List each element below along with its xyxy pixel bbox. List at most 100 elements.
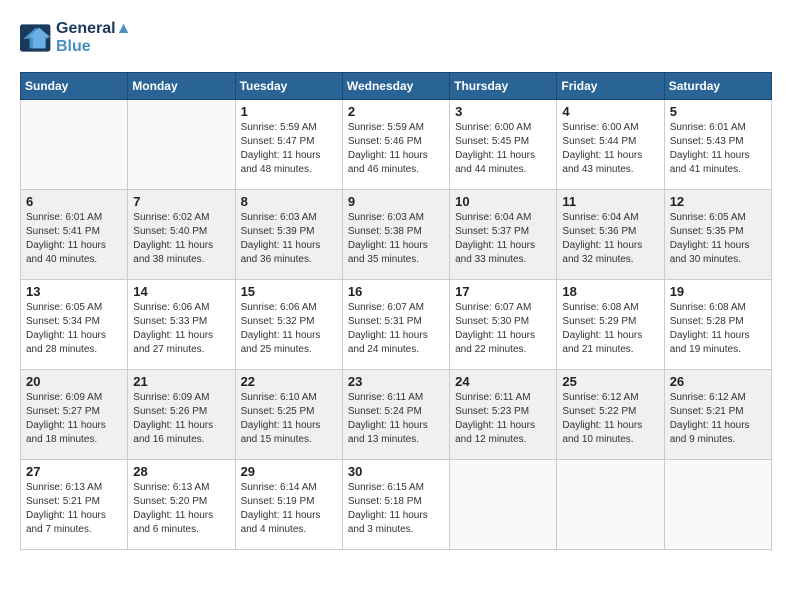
calendar-cell (21, 100, 128, 190)
day-number: 8 (241, 194, 337, 209)
calendar-cell: 10Sunrise: 6:04 AM Sunset: 5:37 PM Dayli… (450, 190, 557, 280)
day-number: 7 (133, 194, 229, 209)
day-header-wednesday: Wednesday (342, 73, 449, 100)
calendar-cell: 8 Sunrise: 6:03 AM Sunset: 5:39 PM Daylig… (235, 190, 342, 280)
calendar-cell: 29 Sunrise: 6:14 AM Sunset: 5:19 PM Dayli… (235, 460, 342, 550)
day-info: Sunrise: 6:12 AM Sunset: 5:22 PM Dayligh… (562, 391, 658, 447)
day-number: 12 (670, 194, 766, 209)
day-number: 10 (455, 194, 551, 209)
calendar-cell: 24 Sunrise: 6:11 AM Sunset: 5:23 PM Dayli… (450, 370, 557, 460)
day-info: Sunrise: 6:08 AM Sunset: 5:28 PM Dayligh… (670, 301, 766, 357)
day-number: 26 (670, 374, 766, 389)
day-number: 28 (133, 464, 229, 479)
calendar-cell: 18Sunrise: 6:08 AM Sunset: 5:29 PM Dayli… (557, 280, 664, 370)
calendar-cell: 2 Sunrise: 5:59 AM Sunset: 5:46 PM Daylig… (342, 100, 449, 190)
day-number: 19 (670, 284, 766, 299)
calendar-cell: 28 Sunrise: 6:13 AM Sunset: 5:20 PM Dayli… (128, 460, 235, 550)
day-number: 30 (348, 464, 444, 479)
calendar-week-row: 20 Sunrise: 6:09 AM Sunset: 5:27 PM Dayli… (21, 370, 772, 460)
day-info: Sunrise: 6:01 AM Sunset: 5:41 PM Dayligh… (26, 211, 122, 267)
day-header-sunday: Sunday (21, 73, 128, 100)
day-header-monday: Monday (128, 73, 235, 100)
day-number: 4 (562, 104, 658, 119)
calendar-cell (557, 460, 664, 550)
calendar-cell: 25 Sunrise: 6:12 AM Sunset: 5:22 PM Dayli… (557, 370, 664, 460)
day-number: 14 (133, 284, 229, 299)
day-number: 11 (562, 194, 658, 209)
day-info: Sunrise: 5:59 AM Sunset: 5:46 PM Dayligh… (348, 121, 444, 177)
day-info: Sunrise: 6:03 AM Sunset: 5:39 PM Dayligh… (241, 211, 337, 267)
calendar-cell: 15Sunrise: 6:06 AM Sunset: 5:32 PM Dayli… (235, 280, 342, 370)
calendar-week-row: 6Sunrise: 6:01 AM Sunset: 5:41 PM Daylig… (21, 190, 772, 280)
calendar-cell: 20 Sunrise: 6:09 AM Sunset: 5:27 PM Dayli… (21, 370, 128, 460)
day-number: 5 (670, 104, 766, 119)
calendar-cell: 23 Sunrise: 6:11 AM Sunset: 5:24 PM Dayli… (342, 370, 449, 460)
day-number: 17 (455, 284, 551, 299)
day-number: 21 (133, 374, 229, 389)
day-number: 15 (241, 284, 337, 299)
day-info: Sunrise: 6:00 AM Sunset: 5:44 PM Dayligh… (562, 121, 658, 177)
calendar-table: SundayMondayTuesdayWednesdayThursdayFrid… (20, 72, 772, 550)
day-info: Sunrise: 6:12 AM Sunset: 5:21 PM Dayligh… (670, 391, 766, 447)
day-header-saturday: Saturday (664, 73, 771, 100)
calendar-cell: 12Sunrise: 6:05 AM Sunset: 5:35 PM Dayli… (664, 190, 771, 280)
calendar-cell: 11Sunrise: 6:04 AM Sunset: 5:36 PM Dayli… (557, 190, 664, 280)
calendar-cell: 3Sunrise: 6:00 AM Sunset: 5:45 PM Daylig… (450, 100, 557, 190)
calendar-cell: 30 Sunrise: 6:15 AM Sunset: 5:18 PM Dayli… (342, 460, 449, 550)
day-number: 25 (562, 374, 658, 389)
calendar-header-row: SundayMondayTuesdayWednesdayThursdayFrid… (21, 73, 772, 100)
day-number: 2 (348, 104, 444, 119)
day-number: 3 (455, 104, 551, 119)
calendar-cell: 1Sunrise: 5:59 AM Sunset: 5:47 PM Daylig… (235, 100, 342, 190)
calendar-cell: 16 Sunrise: 6:07 AM Sunset: 5:31 PM Dayli… (342, 280, 449, 370)
day-info: Sunrise: 6:07 AM Sunset: 5:31 PM Dayligh… (348, 301, 444, 357)
day-info: Sunrise: 6:09 AM Sunset: 5:27 PM Dayligh… (26, 391, 122, 447)
day-number: 22 (241, 374, 337, 389)
day-number: 9 (348, 194, 444, 209)
day-number: 20 (26, 374, 122, 389)
calendar-cell: 19 Sunrise: 6:08 AM Sunset: 5:28 PM Dayli… (664, 280, 771, 370)
day-header-friday: Friday (557, 73, 664, 100)
calendar-cell: 6Sunrise: 6:01 AM Sunset: 5:41 PM Daylig… (21, 190, 128, 280)
calendar-cell: 5 Sunrise: 6:01 AM Sunset: 5:43 PM Daylig… (664, 100, 771, 190)
day-info: Sunrise: 6:13 AM Sunset: 5:20 PM Dayligh… (133, 481, 229, 537)
day-number: 16 (348, 284, 444, 299)
calendar-cell: 27 Sunrise: 6:13 AM Sunset: 5:21 PM Dayli… (21, 460, 128, 550)
calendar-week-row: 1Sunrise: 5:59 AM Sunset: 5:47 PM Daylig… (21, 100, 772, 190)
day-info: Sunrise: 6:01 AM Sunset: 5:43 PM Dayligh… (670, 121, 766, 177)
logo-text: General▲ Blue (56, 20, 131, 56)
calendar-week-row: 27 Sunrise: 6:13 AM Sunset: 5:21 PM Dayli… (21, 460, 772, 550)
day-info: Sunrise: 6:14 AM Sunset: 5:19 PM Dayligh… (241, 481, 337, 537)
calendar-cell: 22 Sunrise: 6:10 AM Sunset: 5:25 PM Dayli… (235, 370, 342, 460)
calendar-cell: 17Sunrise: 6:07 AM Sunset: 5:30 PM Dayli… (450, 280, 557, 370)
calendar-week-row: 13Sunrise: 6:05 AM Sunset: 5:34 PM Dayli… (21, 280, 772, 370)
day-number: 27 (26, 464, 122, 479)
calendar-cell: 13Sunrise: 6:05 AM Sunset: 5:34 PM Dayli… (21, 280, 128, 370)
calendar-cell (128, 100, 235, 190)
calendar-cell: 26 Sunrise: 6:12 AM Sunset: 5:21 PM Dayli… (664, 370, 771, 460)
day-info: Sunrise: 6:15 AM Sunset: 5:18 PM Dayligh… (348, 481, 444, 537)
page-header: General▲ Blue (20, 20, 772, 56)
day-header-tuesday: Tuesday (235, 73, 342, 100)
calendar-cell: 14 Sunrise: 6:06 AM Sunset: 5:33 PM Dayli… (128, 280, 235, 370)
day-info: Sunrise: 6:08 AM Sunset: 5:29 PM Dayligh… (562, 301, 658, 357)
day-info: Sunrise: 6:09 AM Sunset: 5:26 PM Dayligh… (133, 391, 229, 447)
day-number: 1 (241, 104, 337, 119)
calendar-cell: 4 Sunrise: 6:00 AM Sunset: 5:44 PM Daylig… (557, 100, 664, 190)
day-number: 23 (348, 374, 444, 389)
day-number: 24 (455, 374, 551, 389)
calendar-cell (664, 460, 771, 550)
day-info: Sunrise: 6:13 AM Sunset: 5:21 PM Dayligh… (26, 481, 122, 537)
day-number: 13 (26, 284, 122, 299)
day-info: Sunrise: 6:06 AM Sunset: 5:33 PM Dayligh… (133, 301, 229, 357)
day-number: 29 (241, 464, 337, 479)
calendar-cell: 21 Sunrise: 6:09 AM Sunset: 5:26 PM Dayli… (128, 370, 235, 460)
day-info: Sunrise: 6:03 AM Sunset: 5:38 PM Dayligh… (348, 211, 444, 267)
calendar-cell (450, 460, 557, 550)
calendar-cell: 9 Sunrise: 6:03 AM Sunset: 5:38 PM Daylig… (342, 190, 449, 280)
day-info: Sunrise: 6:11 AM Sunset: 5:24 PM Dayligh… (348, 391, 444, 447)
day-info: Sunrise: 6:02 AM Sunset: 5:40 PM Dayligh… (133, 211, 229, 267)
day-info: Sunrise: 6:11 AM Sunset: 5:23 PM Dayligh… (455, 391, 551, 447)
day-header-thursday: Thursday (450, 73, 557, 100)
day-info: Sunrise: 6:10 AM Sunset: 5:25 PM Dayligh… (241, 391, 337, 447)
